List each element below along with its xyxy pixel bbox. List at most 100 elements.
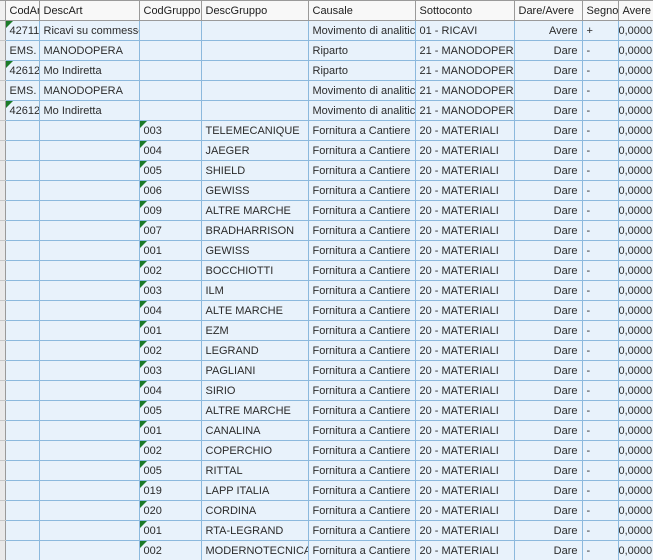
cell-sottoconto[interactable]: 20 - MATERIALI <box>415 400 515 421</box>
cell-sottoconto[interactable]: 20 - MATERIALI <box>415 120 515 141</box>
cell-descart[interactable] <box>39 140 140 161</box>
cell-codart[interactable] <box>5 220 40 241</box>
cell-codgruppo[interactable]: 002 <box>139 340 202 361</box>
cell-codgruppo[interactable]: 020 <box>139 500 202 521</box>
cell-descart[interactable] <box>39 380 140 401</box>
cell-codart[interactable] <box>5 360 40 381</box>
cell-causale[interactable]: Fornitura a Cantiere <box>308 220 416 241</box>
cell-descart[interactable] <box>39 420 140 441</box>
cell-avere[interactable]: 0,0000 <box>618 200 653 221</box>
cell-segno[interactable]: - <box>582 80 619 101</box>
cell-codgruppo[interactable] <box>139 80 202 101</box>
cell-causale[interactable]: Fornitura a Cantiere <box>308 300 416 321</box>
table-row[interactable]: 007 BRADHARRISON Fornitura a Cantiere 20 - … <box>0 220 653 241</box>
cell-codart[interactable]: 42612 <box>5 100 40 121</box>
cell-dareavere[interactable]: Dare <box>514 60 583 81</box>
cell-segno[interactable]: - <box>582 460 619 481</box>
cell-causale[interactable]: Fornitura a Cantiere <box>308 340 416 361</box>
cell-dareavere[interactable]: Dare <box>514 480 583 501</box>
cell-segno[interactable]: - <box>582 400 619 421</box>
cell-codart[interactable] <box>5 420 40 441</box>
cell-dareavere[interactable]: Dare <box>514 120 583 141</box>
cell-codgruppo[interactable]: 004 <box>139 140 202 161</box>
table-row[interactable]: 001 EZM Fornitura a Cantiere 20 - MATERIALI… <box>0 320 653 341</box>
cell-descgruppo[interactable]: RITTAL <box>201 460 309 481</box>
cell-descart[interactable] <box>39 200 140 221</box>
cell-dareavere[interactable]: Dare <box>514 400 583 421</box>
cell-segno[interactable]: - <box>582 300 619 321</box>
column-header-avere[interactable]: Avere <box>618 0 653 21</box>
cell-dareavere[interactable]: Dare <box>514 540 583 560</box>
cell-codart[interactable] <box>5 240 40 261</box>
cell-dareavere[interactable]: Dare <box>514 380 583 401</box>
cell-descgruppo[interactable] <box>201 80 309 101</box>
cell-dareavere[interactable]: Dare <box>514 420 583 441</box>
cell-codart[interactable] <box>5 200 40 221</box>
cell-causale[interactable]: Movimento di analitica <box>308 20 416 41</box>
cell-sottoconto[interactable]: 21 - MANODOPERA <box>415 60 515 81</box>
cell-causale[interactable]: Fornitura a Cantiere <box>308 320 416 341</box>
column-header-codgruppo[interactable]: CodGruppo <box>139 0 202 21</box>
cell-segno[interactable]: - <box>582 140 619 161</box>
cell-codart[interactable] <box>5 500 40 521</box>
cell-avere[interactable]: 0,0000 <box>618 280 653 301</box>
cell-codgruppo[interactable]: 007 <box>139 220 202 241</box>
cell-codgruppo[interactable]: 003 <box>139 360 202 381</box>
cell-descart[interactable] <box>39 240 140 261</box>
cell-causale[interactable]: Fornitura a Cantiere <box>308 140 416 161</box>
cell-codart[interactable]: EMS. <box>5 40 40 61</box>
cell-sottoconto[interactable]: 20 - MATERIALI <box>415 420 515 441</box>
cell-codgruppo[interactable]: 001 <box>139 320 202 341</box>
table-row[interactable]: 004 SIRIO Fornitura a Cantiere 20 - MATERIA… <box>0 380 653 401</box>
cell-descgruppo[interactable]: TELEMECANIQUE <box>201 120 309 141</box>
table-row[interactable]: 002 COPERCHIO Fornitura a Cantiere 20 - MAT… <box>0 440 653 461</box>
table-row[interactable]: 020 CORDINA Fornitura a Cantiere 20 - MATER… <box>0 500 653 521</box>
cell-descgruppo[interactable]: LAPP ITALIA <box>201 480 309 501</box>
cell-causale[interactable]: Fornitura a Cantiere <box>308 520 416 541</box>
cell-dareavere[interactable]: Dare <box>514 200 583 221</box>
cell-codgruppo[interactable] <box>139 100 202 121</box>
cell-segno[interactable]: - <box>582 100 619 121</box>
cell-descgruppo[interactable]: CANALINA <box>201 420 309 441</box>
cell-dareavere[interactable]: Dare <box>514 260 583 281</box>
cell-causale[interactable]: Movimento di analitica <box>308 100 416 121</box>
cell-avere[interactable]: 0,0000 <box>618 160 653 181</box>
cell-codart[interactable] <box>5 280 40 301</box>
cell-descgruppo[interactable]: MODERNOTECNICA <box>201 540 309 560</box>
cell-codgruppo[interactable]: 003 <box>139 280 202 301</box>
cell-segno[interactable]: + <box>582 20 619 41</box>
cell-dareavere[interactable]: Dare <box>514 340 583 361</box>
cell-descgruppo[interactable] <box>201 40 309 61</box>
cell-codart[interactable] <box>5 180 40 201</box>
cell-descart[interactable] <box>39 480 140 501</box>
cell-codgruppo[interactable]: 006 <box>139 180 202 201</box>
cell-descart[interactable] <box>39 180 140 201</box>
cell-dareavere[interactable]: Dare <box>514 500 583 521</box>
table-row[interactable]: 42612 Mo Indiretta Movimento di analitica 2… <box>0 100 653 121</box>
cell-codart[interactable] <box>5 300 40 321</box>
data-grid[interactable]: CodArt DescArt CodGruppo DescGruppo Causale S… <box>0 0 653 560</box>
cell-sottoconto[interactable]: 20 - MATERIALI <box>415 520 515 541</box>
table-row[interactable]: EMS. MANODOPERA Movimento di analitica 21 -… <box>0 80 653 101</box>
cell-codgruppo[interactable]: 002 <box>139 440 202 461</box>
cell-codgruppo[interactable]: 004 <box>139 300 202 321</box>
cell-sottoconto[interactable]: 20 - MATERIALI <box>415 200 515 221</box>
cell-segno[interactable]: - <box>582 280 619 301</box>
cell-causale[interactable]: Fornitura a Cantiere <box>308 200 416 221</box>
cell-avere[interactable]: 0,0000 <box>618 340 653 361</box>
cell-sottoconto[interactable]: 20 - MATERIALI <box>415 300 515 321</box>
column-header-sottoconto[interactable]: Sottoconto <box>415 0 515 21</box>
cell-sottoconto[interactable]: 20 - MATERIALI <box>415 160 515 181</box>
cell-avere[interactable]: 0,0000 <box>618 40 653 61</box>
table-row[interactable]: 005 SHIELD Fornitura a Cantiere 20 - MATERI… <box>0 160 653 181</box>
cell-descgruppo[interactable]: LEGRAND <box>201 340 309 361</box>
table-row[interactable]: 002 LEGRAND Fornitura a Cantiere 20 - MATER… <box>0 340 653 361</box>
cell-descgruppo[interactable]: RTA-LEGRAND <box>201 520 309 541</box>
cell-segno[interactable]: - <box>582 320 619 341</box>
cell-sottoconto[interactable]: 20 - MATERIALI <box>415 360 515 381</box>
cell-dareavere[interactable]: Dare <box>514 320 583 341</box>
cell-descart[interactable] <box>39 300 140 321</box>
cell-avere[interactable]: 0,0000 <box>618 240 653 261</box>
cell-avere[interactable]: 0,0000 <box>618 140 653 161</box>
cell-dareavere[interactable]: Dare <box>514 160 583 181</box>
